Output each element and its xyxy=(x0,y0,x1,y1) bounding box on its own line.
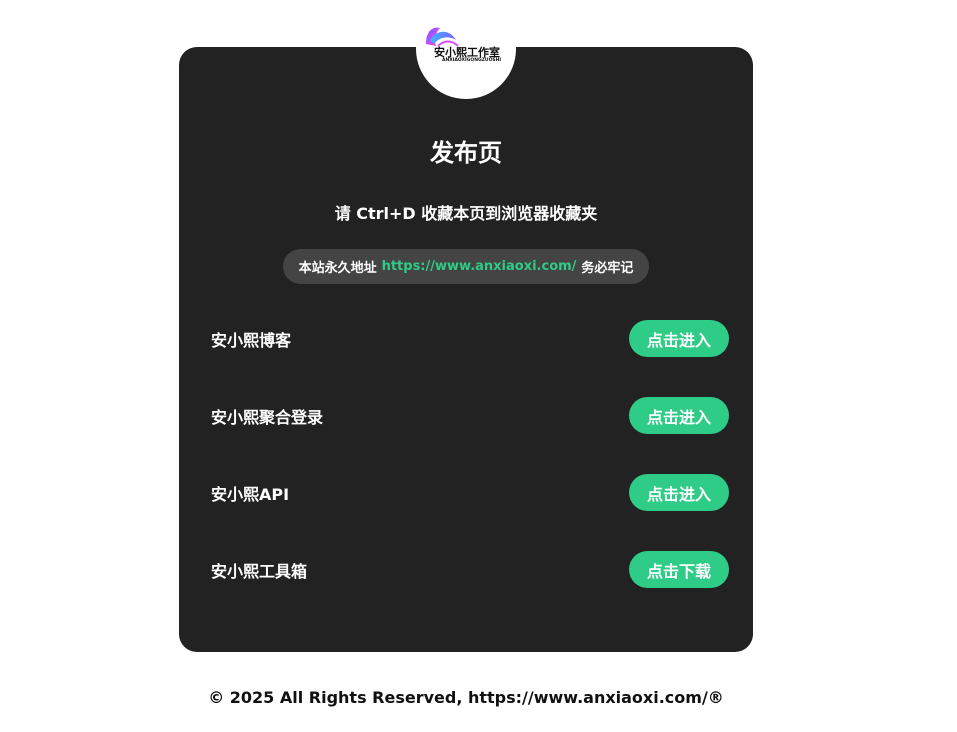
enter-blog-button[interactable]: 点击进入 xyxy=(629,320,729,357)
copyright-footer: © 2025 All Rights Reserved, https://www.… xyxy=(208,688,724,707)
link-label-blog: 安小熙博客 xyxy=(211,330,292,350)
address-url-link[interactable]: https://www.anxiaoxi.com/ xyxy=(382,259,577,274)
permanent-address-pill: 本站永久地址 https://www.anxiaoxi.com/ 务必牢记 xyxy=(283,249,649,284)
link-label-api: 安小熙API xyxy=(211,484,290,504)
release-card: 发布页 请 Ctrl+D 收藏本页到浏览器收藏夹 本站永久地址 https://… xyxy=(179,47,753,652)
link-label-login: 安小熙聚合登录 xyxy=(211,407,324,427)
download-toolbox-button[interactable]: 点击下载 xyxy=(629,551,729,588)
link-label-toolbox: 安小熙工具箱 xyxy=(211,561,308,581)
page-title: 发布页 xyxy=(430,139,502,167)
enter-login-button[interactable]: 点击进入 xyxy=(629,397,729,434)
link-row-api: 安小熙API 点击进入 xyxy=(211,474,729,511)
address-suffix: 务必牢记 xyxy=(581,261,634,276)
logo-subtitle: ANXIAOXIGONGZUOSHI xyxy=(442,58,502,63)
address-prefix: 本站永久地址 xyxy=(298,261,377,276)
link-row-login: 安小熙聚合登录 点击进入 xyxy=(211,397,729,434)
page: 发布页 请 Ctrl+D 收藏本页到浏览器收藏夹 本站永久地址 https://… xyxy=(0,0,957,732)
enter-api-button[interactable]: 点击进入 xyxy=(629,474,729,511)
studio-logo: 安小熙工作室 ANXIAOXIGONGZUOSHI xyxy=(416,0,516,99)
link-row-toolbox: 安小熙工具箱 点击下载 xyxy=(211,551,729,588)
link-row-blog: 安小熙博客 点击进入 xyxy=(211,320,729,357)
bookmark-hint: 请 Ctrl+D 收藏本页到浏览器收藏夹 xyxy=(334,204,598,223)
